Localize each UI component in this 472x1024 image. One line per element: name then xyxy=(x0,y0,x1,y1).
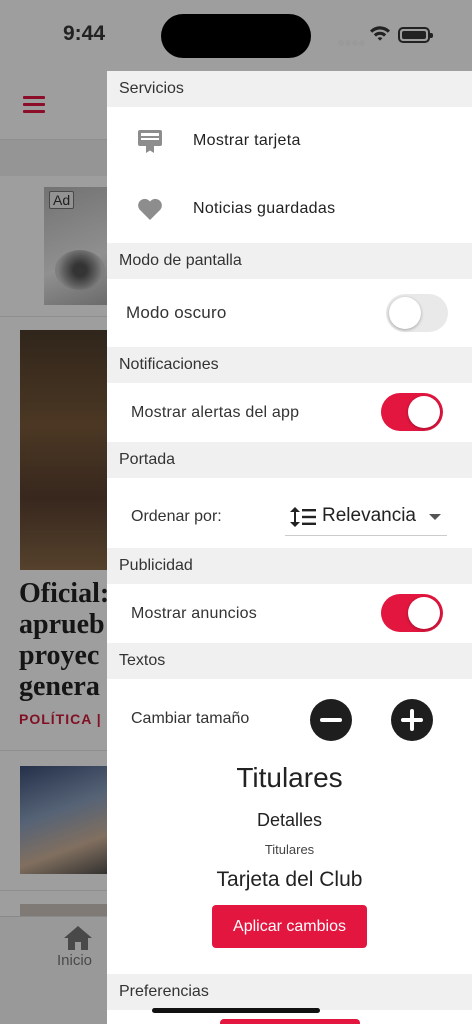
ads-row: Mostrar anuncios xyxy=(107,584,472,643)
menu-item-label: Mostrar tarjeta xyxy=(193,132,301,149)
preview-small-headline: Titulares xyxy=(264,842,315,857)
home-indicator xyxy=(152,1008,320,1013)
alerts-toggle[interactable] xyxy=(381,393,443,431)
dark-mode-toggle[interactable] xyxy=(386,294,448,332)
section-header-advertising: Publicidad xyxy=(107,548,472,584)
dynamic-island xyxy=(161,14,311,58)
section-header-screen-mode: Modo de pantalla xyxy=(107,243,472,279)
sort-row: Ordenar por: Relevancia xyxy=(107,478,472,548)
dark-mode-row: Modo oscuro xyxy=(107,279,472,347)
text-size-label: Cambiar tamaño xyxy=(131,710,250,727)
section-header-services: Servicios xyxy=(107,71,472,107)
chevron-down-icon xyxy=(429,514,441,520)
card-icon xyxy=(107,128,193,154)
heart-icon xyxy=(107,197,193,221)
preview-details: Detalles xyxy=(256,810,323,830)
menu-item-label: Noticias guardadas xyxy=(193,200,336,217)
sort-select[interactable]: Relevancia xyxy=(285,500,447,536)
menu-item-show-card[interactable]: Mostrar tarjeta xyxy=(107,107,472,175)
section-header-notifications: Notificaciones xyxy=(107,347,472,383)
decrease-text-size-button[interactable] xyxy=(310,699,352,741)
section-header-preferences: Preferencias xyxy=(107,974,472,1010)
increase-text-size-button[interactable] xyxy=(391,699,433,741)
ads-toggle[interactable] xyxy=(381,594,443,632)
dark-mode-label: Modo oscuro xyxy=(126,303,227,322)
section-header-texts: Textos xyxy=(107,643,472,679)
menu-item-saved-news[interactable]: Noticias guardadas xyxy=(107,175,472,243)
status-bar: 9:44 xyxy=(0,0,472,70)
sort-label: Ordenar por: xyxy=(131,508,222,525)
preview-club-card: Tarjeta del Club xyxy=(216,868,363,891)
preferences-button[interactable] xyxy=(220,1019,360,1024)
battery-icon xyxy=(398,27,433,43)
section-header-cover: Portada xyxy=(107,442,472,478)
alerts-row: Mostrar alertas del app xyxy=(107,383,472,442)
settings-drawer: Servicios Mostrar tarjeta Noticias guard… xyxy=(107,71,472,1024)
status-time: 9:44 xyxy=(63,22,106,45)
text-size-block: Cambiar tamaño Titulares Detalles Titula… xyxy=(107,679,472,968)
preview-headline: Titulares xyxy=(236,762,343,793)
alerts-label: Mostrar alertas del app xyxy=(131,403,300,421)
sort-order-icon xyxy=(289,505,317,534)
plus-icon-vertical xyxy=(410,709,414,731)
cellular-signal-icon xyxy=(338,33,366,51)
wifi-icon xyxy=(369,25,391,46)
ads-label: Mostrar anuncios xyxy=(131,604,257,622)
minus-icon xyxy=(320,718,342,722)
apply-changes-button[interactable]: Aplicar cambios xyxy=(212,905,367,948)
sort-value: Relevancia xyxy=(322,505,416,526)
